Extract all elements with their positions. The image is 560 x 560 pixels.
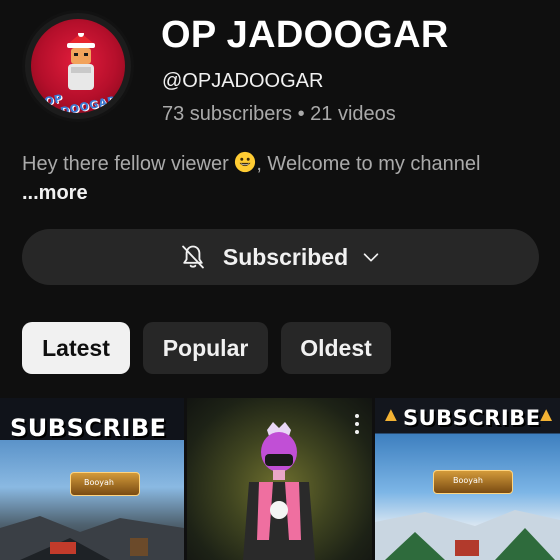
subscribed-label: Subscribed: [222, 243, 349, 270]
game-scene-icon: [0, 516, 184, 560]
praying-hands-icon-right: ▲: [536, 404, 556, 426]
channel-handle: @OPJADOOGAR: [162, 70, 324, 92]
video-thumbnail-2[interactable]: [187, 398, 372, 560]
bell-off-icon: [182, 245, 204, 269]
avatar-background: OP JADOOGAR: [31, 19, 125, 113]
description-text-part1: Hey there fellow viewer: [22, 153, 229, 175]
praying-hands-icon-left: ▲: [381, 404, 401, 426]
channel-avatar[interactable]: OP JADOOGAR: [22, 10, 134, 122]
chevron-down-icon: [363, 253, 379, 262]
more-vert-icon[interactable]: [354, 414, 360, 434]
hud-text: Booyah: [84, 478, 114, 487]
chip-oldest[interactable]: Oldest: [281, 322, 391, 374]
grinning-face-icon: [235, 151, 256, 173]
subscribed-button[interactable]: Subscribed: [22, 229, 539, 285]
channel-title: OP JADOOGAR: [161, 14, 449, 56]
game-scene-icon: [375, 510, 560, 560]
description-more-link[interactable]: ...more: [22, 182, 88, 204]
description-text-part2: , Welcome to my channel: [256, 153, 481, 175]
video-thumbnail-1[interactable]: SUBSCRIBE Booyah: [0, 398, 184, 560]
hud-text: Booyah: [453, 476, 483, 485]
chip-latest[interactable]: Latest: [22, 322, 130, 374]
thumbnail-overlay-text: SUBSCRIBE: [10, 414, 167, 442]
channel-description[interactable]: Hey there fellow viewer , Welcome to my …: [22, 150, 542, 208]
video-thumbnail-3[interactable]: ▲ SUBSCRIBE ▲ Booyah: [375, 398, 560, 560]
character-figure-icon: [243, 422, 315, 560]
chip-popular[interactable]: Popular: [143, 322, 268, 374]
channel-stats: 73 subscribers • 21 videos: [162, 103, 396, 125]
thumbnail-overlay-text: SUBSCRIBE: [403, 406, 541, 430]
